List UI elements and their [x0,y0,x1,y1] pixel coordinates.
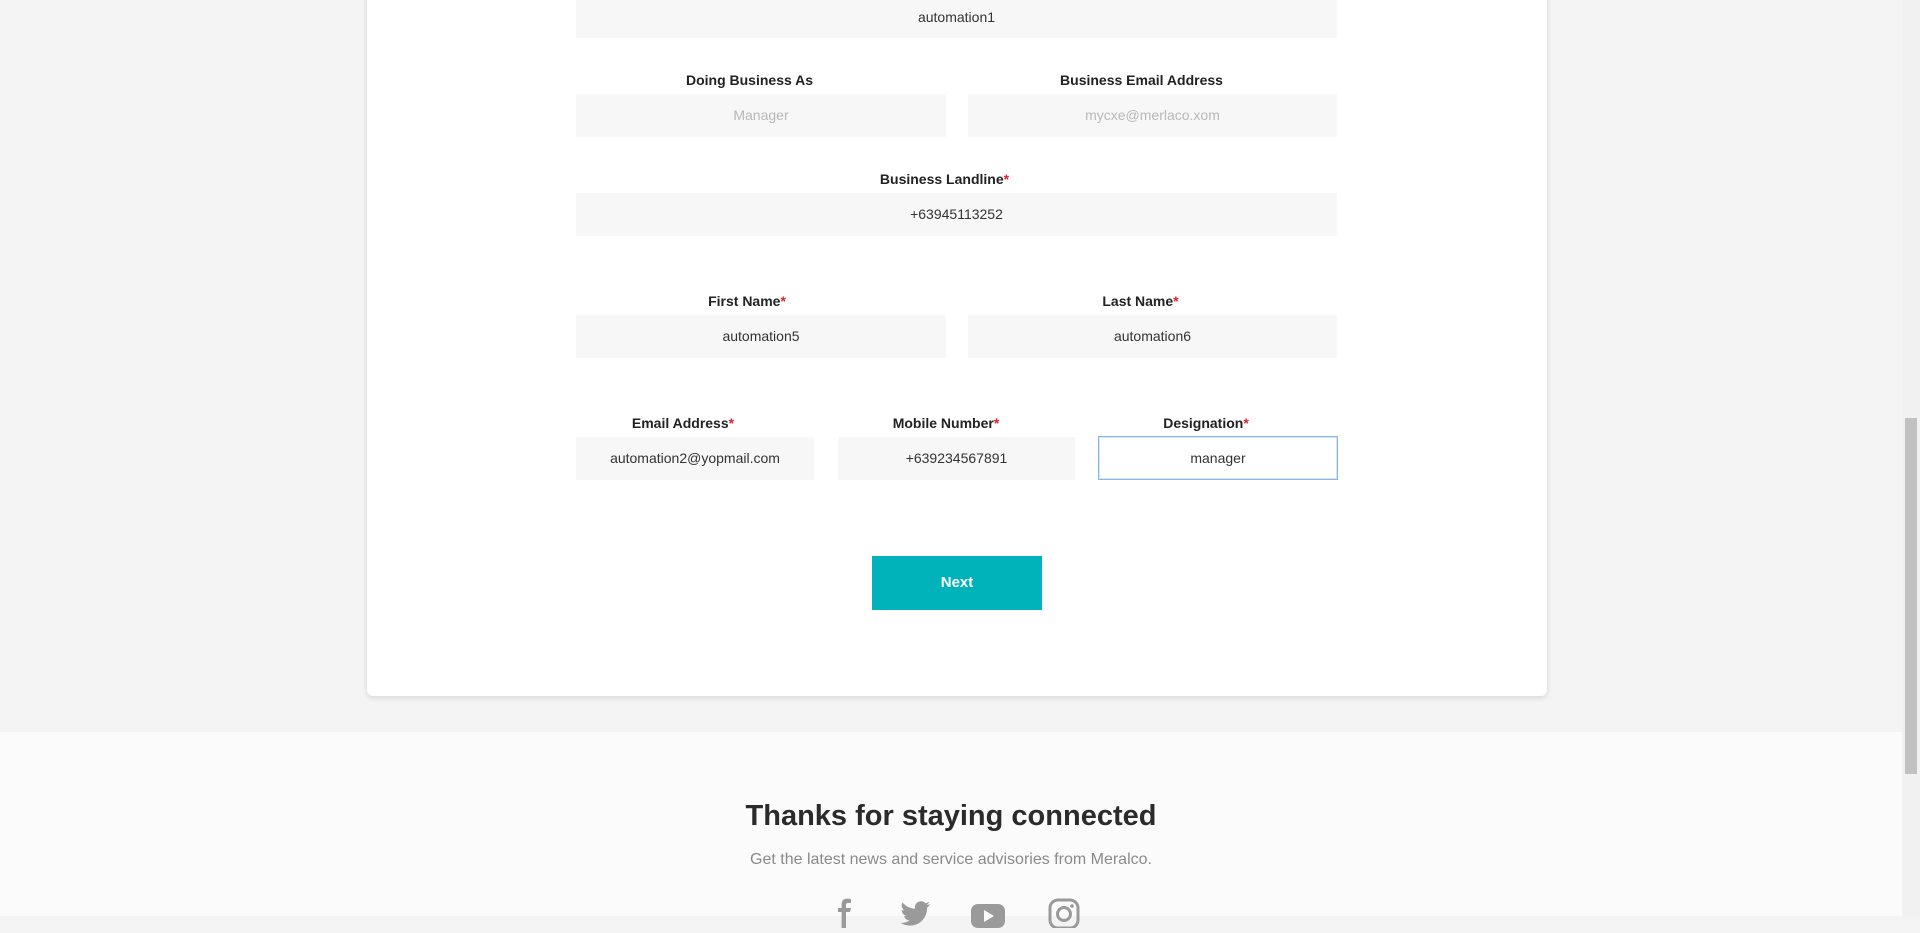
doing-business-as-field[interactable]: Manager [576,94,946,137]
required-mark: * [1173,293,1179,309]
business-name-field[interactable]: automation1 [576,0,1337,38]
designation-label: Designation* [1163,415,1249,431]
business-landline-label: Business Landline* [879,171,1010,187]
scrollbar-thumb[interactable] [1905,418,1917,774]
business-email-label: Business Email Address [1060,72,1223,88]
email-address-field[interactable]: automation2@yopmail.com [576,437,814,480]
facebook-icon[interactable] [826,898,862,928]
doing-business-as-label: Doing Business As [685,72,814,88]
required-mark: * [1003,171,1010,187]
first-name-field[interactable]: automation5 [576,315,946,358]
page-scrollbar[interactable] [1902,0,1920,916]
twitter-icon[interactable] [898,898,934,928]
footer-subtitle: Get the latest news and service advisori… [750,851,1152,868]
required-mark: * [728,415,735,431]
first-name-label: First Name* [708,293,786,309]
email-address-label: Email Address* [631,415,735,431]
business-email-field[interactable]: mycxe@merlaco.xom [968,94,1337,137]
required-mark: * [993,415,1000,431]
last-name-label: Last Name* [1102,293,1179,309]
required-mark: * [780,293,786,309]
next-button[interactable]: Next [872,556,1042,610]
last-name-field[interactable]: automation6 [968,315,1337,358]
business-landline-field[interactable]: +63945113252 [576,193,1337,236]
designation-field[interactable]: manager [1098,436,1338,480]
mobile-number-field[interactable]: +639234567891 [838,437,1075,480]
mobile-number-label: Mobile Number* [892,415,1000,431]
required-mark: * [1243,415,1249,431]
instagram-icon[interactable] [1046,898,1082,930]
youtube-icon[interactable] [970,898,1006,928]
footer-title: Thanks for staying connected [745,800,1157,832]
